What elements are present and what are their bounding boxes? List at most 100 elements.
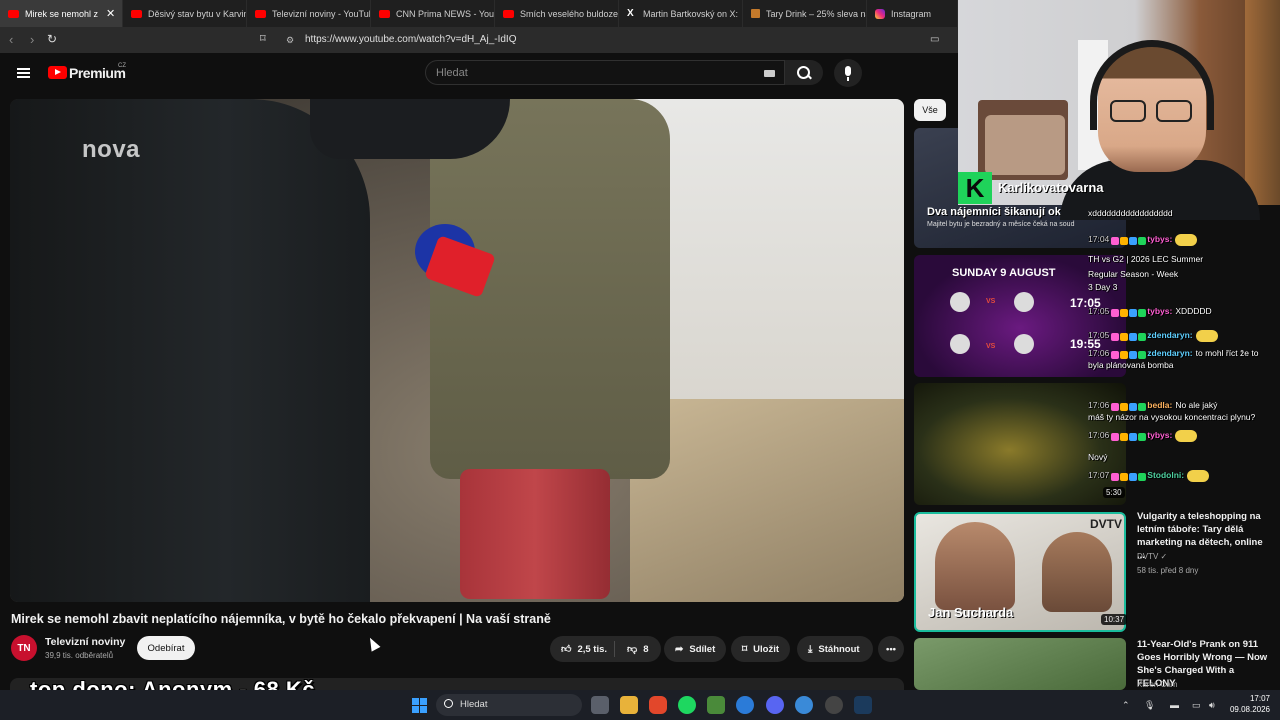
youtube-logo-icon[interactable]: [48, 66, 67, 79]
webcam-scene-door: [1245, 0, 1280, 205]
microphone-icon[interactable]: 🎙︎: [1144, 700, 1155, 711]
tab[interactable]: Instagram: [867, 0, 958, 27]
clock-time[interactable]: 17:07: [1230, 694, 1270, 703]
chat-timestamp: 17:06: [1088, 400, 1110, 410]
chat-username[interactable]: bedla:: [1147, 400, 1172, 410]
tab-active[interactable]: Mirek se nemohl z ✕: [0, 0, 123, 27]
tab[interactable]: Smích veselého buldozer: [495, 0, 619, 27]
chat-message: Nový: [1088, 452, 1107, 462]
country-code: CZ: [118, 63, 126, 69]
taskbar: [0, 690, 1280, 720]
chevron-up-icon[interactable]: ⌃: [1122, 700, 1130, 711]
tab-label: Instagram: [891, 8, 932, 19]
tab[interactable]: Děsivý stav bytu v Karvin: [123, 0, 247, 27]
app-icon[interactable]: [736, 696, 754, 714]
tab[interactable]: Televizní noviny - YouTub: [247, 0, 371, 27]
screen-icon[interactable]: ▭: [930, 34, 939, 45]
tab-label: CNN Prima NEWS - YouT: [396, 8, 495, 19]
chat-overlay: xddddddddddddddddd 17:04 tybys: TH vs G2 | …: [1088, 208, 1274, 498]
youtube-icon: [503, 9, 514, 18]
chip-all[interactable]: Vše: [914, 99, 946, 121]
share-button[interactable]: ➦ Sdílet: [664, 636, 726, 662]
chat-message: máš ty názor na vysokou koncentraci plyn…: [1088, 412, 1255, 422]
chat-username[interactable]: Stodolni:: [1147, 470, 1184, 480]
discord-icon[interactable]: [766, 696, 784, 714]
youtube-icon: [255, 9, 266, 18]
youtube-header: Premium CZ Hledat: [0, 53, 958, 93]
chat-badge-icon: [1111, 350, 1120, 359]
close-icon[interactable]: ✕: [106, 7, 115, 20]
more-actions-button[interactable]: •••: [878, 636, 904, 662]
app-icon[interactable]: [707, 696, 725, 714]
chat-badge-icon: [1120, 432, 1129, 441]
chat-username[interactable]: tybys:: [1147, 234, 1172, 244]
chat-message: xddddddddddddddddd: [1088, 208, 1173, 218]
bookmark-icon[interactable]: ⌑: [260, 32, 266, 45]
taskbar-search-label[interactable]: Hledat: [460, 699, 487, 710]
url-input[interactable]: https://www.youtube.com/watch?v=dH_Aj_-I…: [305, 34, 517, 45]
thumbnail-person: [1042, 532, 1112, 612]
logo-text[interactable]: Premium: [69, 65, 126, 81]
chat-username[interactable]: zdendaryn:: [1147, 330, 1192, 340]
channel-name[interactable]: Televizní noviny: [45, 636, 125, 648]
clock-date[interactable]: 09.08.2026: [1224, 705, 1270, 714]
thumbs-down-icon[interactable]: 👎︎: [627, 643, 637, 655]
task-view-icon[interactable]: [591, 696, 609, 714]
chat-emote-icon: [1195, 330, 1218, 342]
download-button[interactable]: ⤓ Stáhnout: [797, 636, 873, 662]
recommendation-channel[interactable]: Karen Cam: [1137, 680, 1177, 689]
spotify-icon[interactable]: [678, 696, 696, 714]
obs-icon[interactable]: [825, 696, 843, 714]
menu-icon[interactable]: [17, 68, 30, 78]
chat-badge-icon: [1111, 332, 1120, 341]
recommendation-thumbnail[interactable]: [914, 638, 1126, 690]
brave-browser-icon[interactable]: [649, 696, 667, 714]
thumbnail-subcaption: Majitel bytu je bezradný a měsíce čeká n…: [927, 221, 1075, 228]
chat-text: Regular Season - Week: [1088, 269, 1179, 279]
volume-icon[interactable]: 🔊︎: [1209, 700, 1215, 711]
windows-start-icon[interactable]: [412, 698, 427, 713]
search-icon: [444, 699, 453, 708]
like-count[interactable]: 2,5 tis.: [577, 644, 607, 655]
chat-badge-icon: [1129, 432, 1138, 441]
chat-badge-icon: [1120, 332, 1129, 341]
site-info-icon[interactable]: ⚙: [286, 35, 294, 46]
chat-username[interactable]: zdendaryn:: [1147, 348, 1192, 358]
share-icon: ➦: [675, 643, 684, 655]
taskbar-search[interactable]: [436, 694, 582, 716]
monitor-icon[interactable]: ▭: [1192, 700, 1201, 711]
chat-emote-icon: [1187, 470, 1210, 482]
video-player[interactable]: nova: [10, 99, 904, 602]
recommendation-channel[interactable]: DVTV ✓: [1137, 552, 1167, 561]
save-label: Uložit: [753, 643, 779, 655]
steam-icon[interactable]: [854, 696, 872, 714]
search-box[interactable]: Hledat: [425, 60, 785, 85]
avatar[interactable]: TN: [11, 635, 37, 661]
dislike-count[interactable]: 8: [643, 644, 648, 655]
chat-message: 17:06 tybys:: [1088, 430, 1198, 442]
back-icon[interactable]: ‹: [9, 32, 13, 47]
search-button[interactable]: [785, 60, 823, 85]
app-icon[interactable]: [795, 696, 813, 714]
chat-username[interactable]: tybys:: [1147, 430, 1172, 440]
keyboard-icon[interactable]: [764, 70, 775, 77]
microphone-button[interactable]: [834, 59, 862, 87]
file-explorer-icon[interactable]: [620, 696, 638, 714]
bookmark-icon: ⌑: [742, 643, 748, 655]
chat-message: TH vs G2 | 2026 LEC Summer: [1088, 254, 1203, 264]
glasses-icon: [1110, 100, 1192, 122]
tab[interactable]: CNN Prima NEWS - YouT: [371, 0, 495, 27]
tab[interactable]: X Martin Bartkovský on X:: [619, 0, 743, 27]
reload-icon[interactable]: ↻: [47, 32, 57, 46]
search-input[interactable]: Hledat: [436, 67, 468, 79]
thumbs-up-icon[interactable]: 👍︎: [561, 643, 571, 655]
subscribe-button[interactable]: Odebírat: [137, 636, 195, 660]
save-button[interactable]: ⌑ Uložit: [731, 636, 790, 662]
language-icon[interactable]: ▬: [1170, 700, 1179, 710]
tab[interactable]: Tary Drink – 25% sleva na: [743, 0, 867, 27]
chat-badges: [1111, 235, 1147, 245]
thumbnail-person: [935, 522, 1015, 610]
dvtv-logo: DVTV: [1090, 517, 1123, 531]
chat-username[interactable]: tybys:: [1147, 306, 1172, 316]
forward-icon[interactable]: ›: [30, 32, 34, 47]
